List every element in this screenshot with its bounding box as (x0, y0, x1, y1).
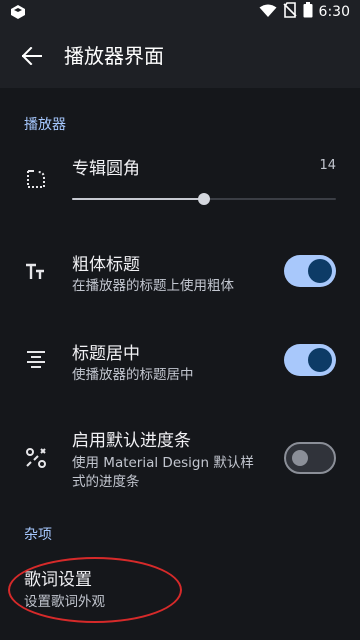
app-bar: 播放器界面 (0, 24, 360, 88)
status-bar: 6:30 (0, 0, 360, 24)
switch-knob (308, 348, 332, 372)
page-title: 播放器界面 (64, 44, 164, 68)
switch-knob (292, 450, 308, 466)
align-center-icon (24, 348, 48, 372)
album-corner-value: 14 (319, 158, 336, 173)
back-button[interactable] (16, 42, 48, 70)
album-corner-title: 专辑圆角 (72, 159, 140, 179)
settings-screen: 6:30 播放器界面 播放器 专辑圆角 14 粗体标题 在播放器的标题上使用粗体… (0, 0, 360, 640)
no-sim-icon (282, 2, 297, 22)
album-corner-slider[interactable] (72, 193, 336, 205)
bold-title-switch[interactable] (284, 255, 336, 287)
center-title-label: 标题居中 (72, 344, 140, 364)
progress-style-icon (24, 446, 48, 470)
corner-radius-icon (24, 167, 48, 191)
section-header-player: 播放器 (24, 117, 66, 133)
bold-title-label: 粗体标题 (72, 255, 140, 275)
bold-title-summary: 在播放器的标题上使用粗体 (72, 278, 234, 294)
switch-knob (308, 259, 332, 283)
text-size-icon (24, 260, 48, 284)
back-arrow-icon (22, 47, 42, 65)
section-header-misc: 杂项 (24, 527, 52, 543)
default-progress-label: 启用默认进度条 (72, 431, 191, 451)
center-title-switch[interactable] (284, 344, 336, 376)
default-progress-summary-2: 式的进度条 (72, 474, 140, 490)
wifi-icon (259, 3, 277, 22)
app-notification-icon (10, 4, 26, 20)
slider-fill (72, 198, 204, 200)
annotation-ellipse (8, 557, 182, 623)
default-progress-summary-1: 使用 Material Design 默认样 (72, 455, 254, 471)
slider-thumb[interactable] (198, 193, 210, 205)
center-title-summary: 使播放器的标题居中 (72, 367, 194, 383)
status-time: 6:30 (318, 4, 350, 20)
battery-icon (303, 2, 313, 22)
default-progress-switch[interactable] (284, 442, 336, 474)
